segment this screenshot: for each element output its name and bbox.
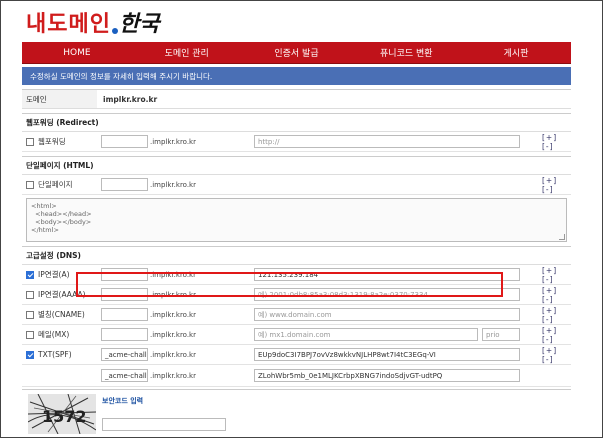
html-subdomain-input[interactable] — [101, 178, 148, 191]
dns-label-wrap — [22, 365, 98, 386]
dns-cname-domain-suffix: .implkr.kro.kr — [150, 310, 196, 319]
html-checkbox[interactable] — [26, 180, 34, 189]
html-code-line: <html> — [31, 202, 57, 210]
domain-row: 도메인 implkr.kro.kr — [22, 89, 571, 109]
html-section-title: 단일페이지 (HTML) — [22, 156, 571, 175]
html-code-line: </html> — [31, 226, 59, 234]
dns-row-mx: 메일(MX) .implkr.kro.kr 예) mx1.domain.com … — [22, 325, 571, 345]
html-row: 단일페이지 .implkr.kro.kr [+] [-] — [22, 175, 571, 195]
html-domain-suffix: .implkr.kro.kr — [150, 180, 196, 189]
html-code-textarea[interactable]: <html> <head></head> <body></body> </htm… — [26, 198, 567, 242]
dns-mx-label: 메일(MX) — [38, 330, 70, 339]
dns-txt2-value-input[interactable]: ZLohWbr5mb_0e1MLJKCrbpXBNG7indoSdjvGT-ud… — [254, 369, 520, 382]
domain-edit-form: 도메인 implkr.kro.kr 웹포워딩 (Redirect) 웹포워딩 .… — [22, 89, 571, 387]
logo-brand: 내도메인 — [26, 12, 111, 37]
html-label: 단일페이지 — [38, 180, 73, 189]
dns-mx-checkbox[interactable] — [26, 330, 34, 339]
captcha-title: 보안코드 입력 — [102, 397, 144, 405]
dns-cname-checkbox[interactable] — [26, 310, 34, 319]
captcha-text: 1572 — [42, 407, 87, 426]
redirect-domain-suffix: .implkr.kro.kr — [150, 137, 196, 146]
dns-label-wrap: TXT(SPF) — [22, 345, 98, 364]
html-code-line: <head></head> — [31, 210, 92, 218]
dns-row-txt: TXT(SPF) _acme-challer .implkr.kro.kr EU… — [22, 345, 571, 365]
dns-row-txt-2: _acme-challer .implkr.kro.kr ZLohWbr5mb_… — [22, 365, 571, 387]
notice-banner: 수정하실 도메인의 정보를 자세히 입력해 주시기 바랍니다. — [22, 67, 571, 85]
dns-mx-subdomain-input[interactable] — [101, 328, 148, 341]
dns-txt-add-remove[interactable]: [+] [-] — [542, 346, 571, 364]
domain-value: implkr.kro.kr — [103, 94, 158, 104]
dns-a-checkbox[interactable] — [26, 270, 34, 279]
dns-mx-prio-placeholder: prio — [486, 330, 500, 339]
redirect-subdomain-input[interactable] — [101, 135, 148, 148]
captcha-input[interactable] — [102, 418, 226, 431]
dns-label-wrap: 별칭(CNAME) — [22, 305, 98, 324]
html-code-line: <body></body> — [31, 218, 92, 226]
nav-home[interactable]: HOME — [22, 42, 132, 63]
main-nav: HOME 도메인 관리 인증서 발급 퓨니코드 변환 게시판 — [22, 42, 571, 64]
dns-section-title: 고급설정 (DNS) — [22, 246, 571, 265]
redirect-checkbox[interactable] — [26, 137, 34, 146]
nav-board[interactable]: 게시판 — [461, 42, 571, 63]
dns-aaaa-checkbox[interactable] — [26, 290, 34, 299]
nav-punycode[interactable]: 퓨니코드 변환 — [351, 42, 461, 63]
redirect-add-remove[interactable]: [+] [-] — [542, 133, 571, 151]
highlight-box — [76, 272, 503, 297]
dns-txt-value: EUp9doC3I7BPJ7ovVz8wkkvNJLHP8wt7I4tC3EGq… — [258, 350, 436, 359]
dns-mx-add-remove[interactable]: [+] [-] — [542, 326, 571, 344]
dns-txt2-subdomain: _acme-challer — [105, 371, 147, 380]
redirect-label-wrap: 웹포워딩 — [22, 132, 98, 151]
dns-cname-add-remove[interactable]: [+] [-] — [542, 306, 571, 324]
dns-row-cname: 별칭(CNAME) .implkr.kro.kr 예) www.domain.c… — [22, 305, 571, 325]
dns-cname-value-input[interactable]: 예) www.domain.com — [254, 308, 520, 321]
dns-mx-placeholder: 예) mx1.domain.com — [258, 330, 331, 339]
dns-a-label: IP연결(A) — [38, 270, 70, 279]
dns-txt2-value: ZLohWbr5mb_0e1MLJKCrbpXBNG7indoSdjvGT-ud… — [258, 371, 443, 380]
site-logo[interactable]: 내도메인 한국 — [26, 8, 159, 38]
nav-certificate[interactable]: 인증서 발급 — [242, 42, 352, 63]
dns-mx-prio-input[interactable]: prio — [482, 328, 520, 341]
redirect-url-placeholder: http:// — [258, 137, 280, 146]
redirect-row: 웹포워딩 .implkr.kro.kr http:// [+] [-] — [22, 132, 571, 152]
dns-txt-value-input[interactable]: EUp9doC3I7BPJ7ovVz8wkkvNJLHP8wt7I4tC3EGq… — [254, 348, 520, 361]
dns-cname-subdomain-input[interactable] — [101, 308, 148, 321]
dns-txt-label: TXT(SPF) — [38, 350, 72, 359]
dns-txt-checkbox[interactable] — [26, 350, 34, 359]
captcha-image: 1572 — [28, 394, 96, 434]
dns-aaaa-add-remove[interactable]: [+] [-] — [542, 286, 571, 304]
html-add-remove[interactable]: [+] [-] — [542, 176, 571, 194]
redirect-section-title: 웹포워딩 (Redirect) — [22, 113, 571, 132]
dns-txt-subdomain: _acme-challer — [105, 350, 147, 359]
dns-label-wrap: 메일(MX) — [22, 325, 98, 344]
dns-a-add-remove[interactable]: [+] [-] — [542, 266, 571, 284]
resize-grip-icon[interactable] — [559, 234, 565, 240]
redirect-label: 웹포워딩 — [38, 137, 66, 146]
dns-txt-domain-suffix: .implkr.kro.kr — [150, 350, 196, 359]
dns-mx-domain-suffix: .implkr.kro.kr — [150, 330, 196, 339]
redirect-url-input[interactable]: http:// — [254, 135, 520, 148]
domain-label: 도메인 — [22, 90, 97, 108]
logo-dot-icon — [111, 28, 118, 34]
logo-tld: 한국 — [118, 11, 160, 37]
captcha-section: 1572 보안코드 입력 — [22, 389, 571, 438]
dns-mx-value-input[interactable]: 예) mx1.domain.com — [254, 328, 478, 341]
dns-txt2-domain-suffix: .implkr.kro.kr — [150, 371, 196, 380]
dns-txt2-subdomain-input[interactable]: _acme-challer — [101, 369, 148, 382]
nav-domain-manage[interactable]: 도메인 관리 — [132, 42, 242, 63]
dns-txt-subdomain-input[interactable]: _acme-challer — [101, 348, 148, 361]
dns-cname-label: 별칭(CNAME) — [38, 310, 85, 319]
html-label-wrap: 단일페이지 — [22, 175, 98, 194]
captcha-noise-icon: 1572 — [28, 394, 96, 434]
dns-cname-placeholder: 예) www.domain.com — [258, 310, 332, 319]
